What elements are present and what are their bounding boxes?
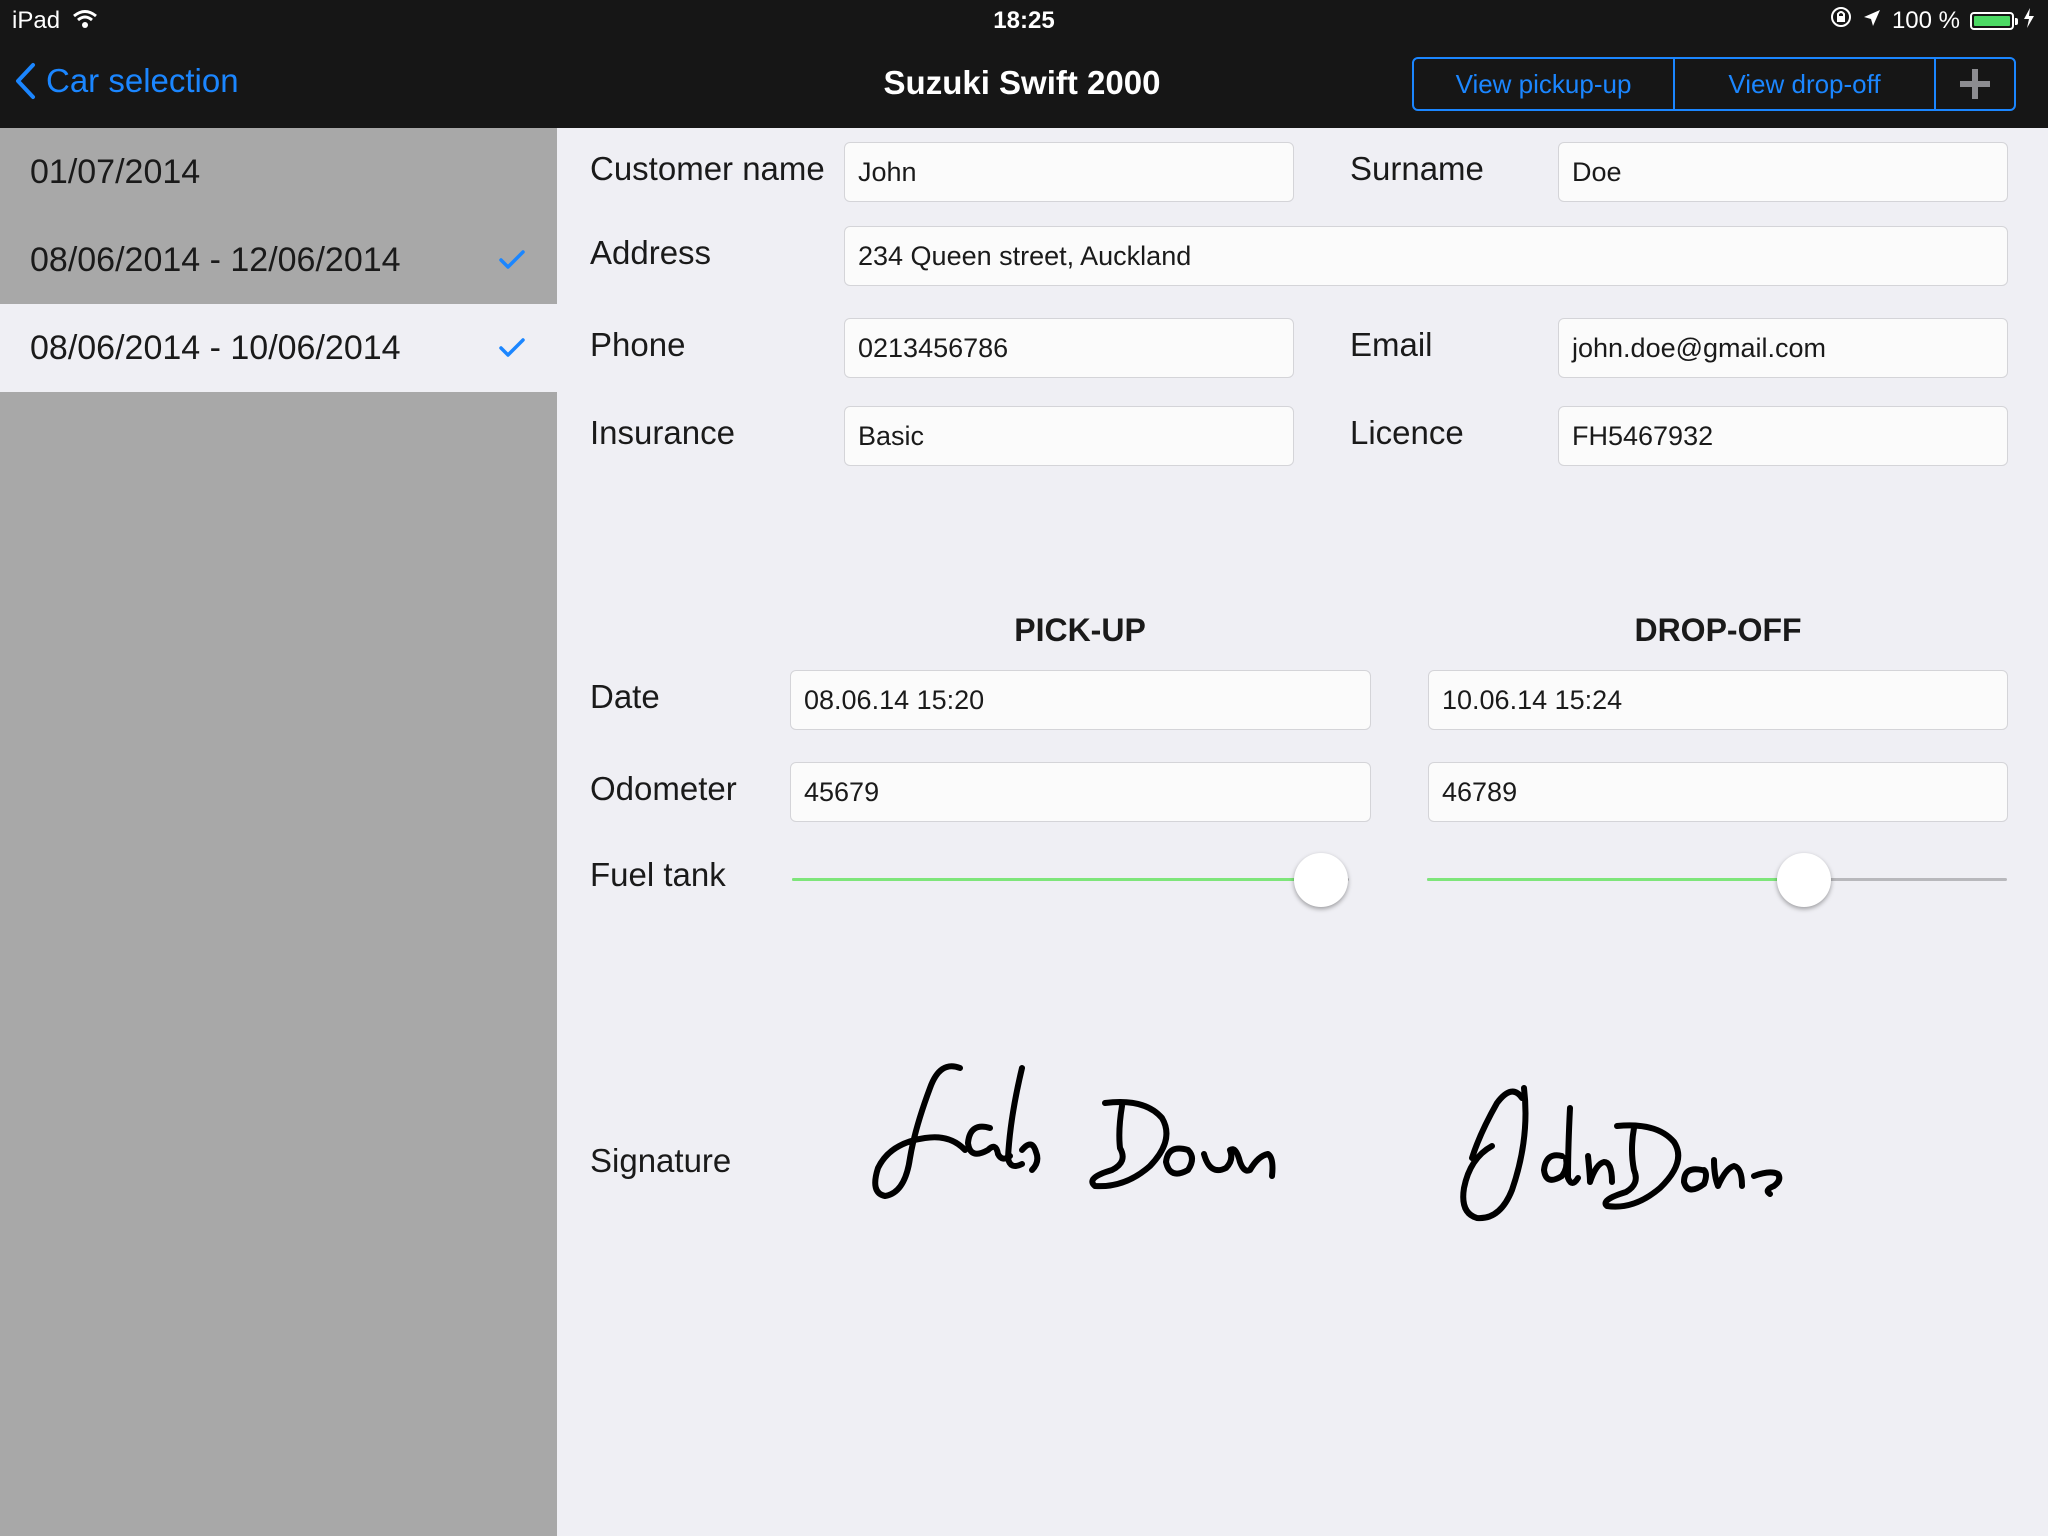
pickup-signature-pad[interactable] xyxy=(870,1058,1310,1208)
chevron-left-icon xyxy=(16,63,35,99)
status-right: 100 % xyxy=(1830,6,2034,35)
licence-label: Licence xyxy=(1350,414,1464,451)
charging-icon xyxy=(2024,7,2034,35)
odometer-label: Odometer xyxy=(590,770,737,807)
surname-label: Surname xyxy=(1350,150,1484,187)
add-button[interactable] xyxy=(1936,59,2014,109)
dropoff-odometer-field[interactable]: 46789 xyxy=(1428,762,2008,822)
detail-nav-bar: Suzuki Swift 2000 View pickup-up View dr… xyxy=(557,40,2048,128)
view-dropoff-button[interactable]: View drop-off xyxy=(1675,59,1936,109)
signature-label: Signature xyxy=(590,1142,732,1179)
sidebar-item-label: 01/07/2014 xyxy=(30,152,201,191)
status-time: 18:25 xyxy=(993,7,1055,34)
slider-thumb[interactable] xyxy=(1294,853,1349,907)
rotation-lock-icon xyxy=(1830,6,1852,35)
insurance-label: Insurance xyxy=(590,414,735,451)
pickup-odometer-field[interactable]: 45679 xyxy=(790,762,1371,822)
sidebar-list: 01/07/2014 08/06/2014 - 12/06/2014 08/06… xyxy=(0,128,557,1536)
back-label: Car selection xyxy=(46,62,239,99)
phone-field[interactable]: 0213456786 xyxy=(844,318,1294,378)
dropoff-fuel-slider[interactable] xyxy=(1427,850,2007,910)
status-bar: iPad 18:25 100 % xyxy=(0,0,2048,40)
sidebar-item-label: 08/06/2014 - 10/06/2014 xyxy=(30,328,401,367)
phone-label: Phone xyxy=(590,326,686,363)
sidebar-item-01-07-2014[interactable]: 01/07/2014 xyxy=(0,128,557,216)
customer-name-field[interactable]: John xyxy=(844,142,1294,202)
back-button[interactable]: Car selection xyxy=(14,62,239,100)
address-label: Address xyxy=(590,234,712,271)
page-title: Suzuki Swift 2000 xyxy=(883,64,1161,101)
fuel-tank-label: Fuel tank xyxy=(590,856,726,893)
sidebar-item-08-06-2014-12-06-2014[interactable]: 08/06/2014 - 12/06/2014 xyxy=(0,216,557,304)
insurance-field[interactable]: Basic xyxy=(844,406,1294,466)
view-pickup-button[interactable]: View pickup-up xyxy=(1414,59,1675,109)
battery-icon xyxy=(1970,11,2018,30)
dropoff-date-field[interactable]: 10.06.14 15:24 xyxy=(1428,670,2008,730)
sidebar-item-08-06-2014-10-06-2014[interactable]: 08/06/2014 - 10/06/2014 xyxy=(0,304,557,392)
email-label: Email xyxy=(1350,326,1433,363)
view-segmented-control: View pickup-up View drop-off xyxy=(1412,57,2016,111)
slider-fill xyxy=(1427,878,1804,881)
sidebar-nav-bar: Car selection xyxy=(0,40,557,128)
address-field[interactable]: 234 Queen street, Auckland xyxy=(844,226,2008,286)
slider-fill xyxy=(792,878,1322,881)
battery-level-fill xyxy=(1974,15,2010,26)
licence-field[interactable]: FH5467932 xyxy=(1558,406,2008,466)
email-field[interactable]: john.doe@gmail.com xyxy=(1558,318,2008,378)
customer-name-label: Customer name xyxy=(590,150,825,187)
pickup-date-field[interactable]: 08.06.14 15:20 xyxy=(790,670,1371,730)
pickup-fuel-slider[interactable] xyxy=(792,850,1349,910)
dropoff-signature-pad[interactable] xyxy=(1452,1078,1892,1228)
checkmark-icon xyxy=(499,250,525,269)
surname-field[interactable]: Doe xyxy=(1558,142,2008,202)
plus-icon xyxy=(1960,69,1990,99)
slider-thumb[interactable] xyxy=(1777,853,1831,907)
location-icon xyxy=(1862,7,1882,35)
sidebar-item-label: 08/06/2014 - 12/06/2014 xyxy=(30,240,401,279)
booking-detail: Customer name John Surname Doe Address 2… xyxy=(557,128,2048,1536)
battery-percent: 100 % xyxy=(1891,6,1960,34)
pickup-heading: PICK-UP xyxy=(1014,612,1146,648)
dropoff-heading: DROP-OFF xyxy=(1634,612,1802,648)
checkmark-icon xyxy=(499,338,525,357)
battery-tip xyxy=(2015,17,2018,25)
date-label: Date xyxy=(590,678,660,715)
